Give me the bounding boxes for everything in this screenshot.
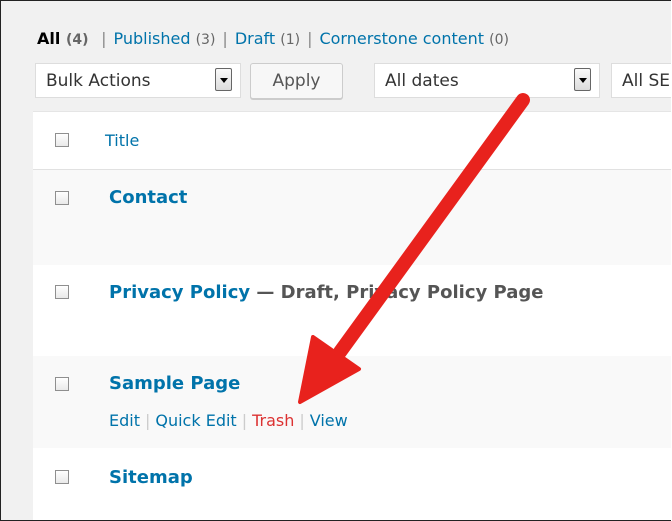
table-header-row: Title [33, 112, 671, 170]
row-checkbox[interactable] [55, 191, 69, 205]
filter-draft-label: Draft [234, 29, 276, 48]
row-title-text: Sitemap [109, 467, 193, 488]
filter-cornerstone-count: (0) [489, 32, 509, 48]
title-column-header[interactable]: Title [105, 131, 139, 150]
action-separator: | [144, 411, 151, 430]
row-actions: Edit | Quick Edit | Trash | View [109, 411, 348, 430]
filter-published-count: (3) [195, 32, 216, 48]
filter-separator: | [222, 29, 228, 48]
table-row: Contact [33, 170, 671, 265]
filter-published-label: Published [113, 29, 191, 48]
status-filter-links: All (4) | Published (3) | Draft (1) | Corners… [37, 29, 509, 48]
filter-cornerstone-link[interactable]: Cornerstone content (0) [319, 29, 508, 48]
filter-separator: | [101, 29, 107, 48]
bulk-actions-select[interactable]: Bulk Actions [35, 63, 241, 98]
row-title-link[interactable]: Privacy Policy — Draft, Privacy Policy P… [109, 282, 543, 303]
date-filter-value: All dates [385, 71, 459, 91]
chevron-down-icon[interactable] [574, 68, 591, 91]
row-title-text: Privacy Policy [109, 282, 251, 303]
table-row: Sitemap [33, 448, 671, 520]
action-separator: | [241, 411, 248, 430]
row-title-link[interactable]: Sample Page [109, 373, 240, 394]
view-link[interactable]: View [310, 411, 348, 430]
chevron-down-icon[interactable] [215, 68, 232, 91]
select-all-checkbox[interactable] [55, 133, 69, 147]
pages-list-panel: All (4) | Published (3) | Draft (1) | Corners… [0, 0, 671, 521]
row-state: — Draft, Privacy Policy Page [250, 282, 544, 303]
row-checkbox[interactable] [55, 285, 69, 299]
row-title-link[interactable]: Contact [109, 187, 187, 208]
table-row: Privacy Policy — Draft, Privacy Policy P… [33, 265, 671, 356]
filter-all-label: All [37, 29, 61, 48]
filter-draft-link[interactable]: Draft (1) [235, 29, 300, 48]
row-title-text: Sample Page [109, 373, 241, 394]
trash-link[interactable]: Trash [252, 411, 294, 430]
action-separator: | [299, 411, 305, 430]
seo-filter-value: All SE [622, 71, 671, 91]
row-checkbox[interactable] [55, 470, 69, 484]
edit-link[interactable]: Edit [109, 411, 140, 430]
apply-button[interactable]: Apply [250, 63, 343, 99]
filter-draft-count: (1) [280, 32, 301, 48]
bulk-actions-value: Bulk Actions [46, 71, 151, 91]
filter-cornerstone-label: Cornerstone content [319, 29, 485, 48]
filter-all-count: (4) [65, 32, 89, 48]
table-row: Sample Page Edit | Quick Edit | Trash | View [33, 356, 671, 448]
filter-separator: | [307, 29, 313, 48]
filter-published-link[interactable]: Published (3) [113, 29, 215, 48]
seo-filter-select[interactable]: All SE [611, 63, 671, 98]
pages-table: Title Contact Privacy Policy — Draft, Pr… [33, 111, 671, 520]
row-title-text: Contact [109, 187, 188, 208]
row-title-link[interactable]: Sitemap [109, 467, 193, 488]
quick-edit-link[interactable]: Quick Edit [155, 411, 236, 430]
row-checkbox[interactable] [55, 377, 69, 391]
date-filter-select[interactable]: All dates [374, 63, 600, 98]
filter-all-link[interactable]: All (4) [37, 29, 94, 48]
